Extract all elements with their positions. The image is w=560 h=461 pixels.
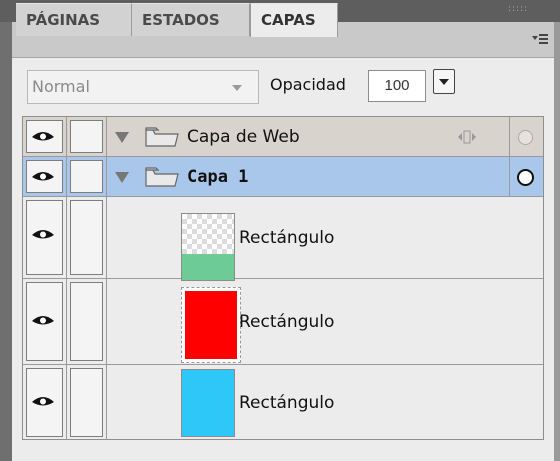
layer-name: Capa de Web — [187, 127, 300, 147]
folder-icon — [145, 127, 179, 147]
tab-estados[interactable]: ESTADOS — [132, 3, 250, 36]
thumbnail-fill — [185, 291, 237, 359]
expand-triangle-icon[interactable] — [115, 172, 129, 183]
web-layer-icon — [458, 130, 476, 144]
thumbnail-fill — [182, 253, 234, 280]
layer-row-rectangulo[interactable]: Rectángulo — [23, 365, 543, 440]
layer-row-rectangulo[interactable]: Rectángulo — [23, 197, 543, 281]
opacity-label: Opacidad — [270, 75, 346, 94]
lock-toggle[interactable] — [67, 365, 107, 440]
tab-capas[interactable]: CAPAS — [250, 3, 338, 37]
lock-toggle[interactable] — [67, 279, 107, 364]
layer-row-capa-1[interactable]: Capa 1 — [23, 157, 543, 197]
layer-thumbnail — [181, 213, 235, 281]
target-circle-icon[interactable] — [518, 130, 533, 145]
chevron-down-icon — [232, 85, 242, 91]
expand-triangle-icon[interactable] — [115, 132, 129, 143]
opacity-dropdown-button[interactable] — [433, 69, 455, 94]
tab-paginas[interactable]: PÁGINAS — [16, 3, 132, 36]
eye-icon — [32, 316, 54, 325]
eye-icon — [32, 172, 54, 181]
lock-toggle[interactable] — [67, 197, 107, 278]
chevron-down-icon — [439, 79, 449, 85]
eye-icon — [32, 230, 54, 239]
panel-menu-icon[interactable] — [532, 32, 548, 46]
layer-name: Rectángulo — [239, 393, 335, 413]
panel-grip[interactable]: ::::: — [508, 4, 542, 14]
eye-icon — [32, 397, 54, 406]
layer-row-capa-de-web[interactable]: Capa de Web — [23, 117, 543, 157]
blend-mode-value: Normal — [32, 77, 90, 96]
layer-row-rectangulo[interactable]: Rectángulo — [23, 279, 543, 365]
visibility-toggle[interactable] — [23, 197, 67, 278]
eye-icon — [32, 132, 54, 141]
layer-thumbnail — [181, 287, 241, 363]
visibility-toggle[interactable] — [23, 117, 67, 156]
opacity-input[interactable]: 100 — [368, 70, 426, 102]
layer-name: Rectángulo — [239, 228, 335, 248]
layer-name: Rectángulo — [239, 312, 335, 332]
visibility-toggle[interactable] — [23, 157, 67, 196]
panel-left-edge — [0, 22, 12, 461]
layers-list: Capa de Web Capa 1 Rectángulo Rectángulo… — [22, 116, 544, 440]
lock-toggle[interactable] — [67, 117, 107, 156]
blend-mode-select[interactable]: Normal — [27, 70, 259, 104]
panel-scrollbar[interactable] — [554, 22, 560, 461]
visibility-toggle[interactable] — [23, 365, 67, 440]
folder-icon — [145, 167, 179, 187]
target-circle-icon[interactable] — [517, 169, 534, 186]
visibility-toggle[interactable] — [23, 279, 67, 364]
lock-toggle[interactable] — [67, 157, 107, 196]
layer-thumbnail — [181, 369, 235, 437]
layer-name: Capa 1 — [187, 167, 249, 187]
